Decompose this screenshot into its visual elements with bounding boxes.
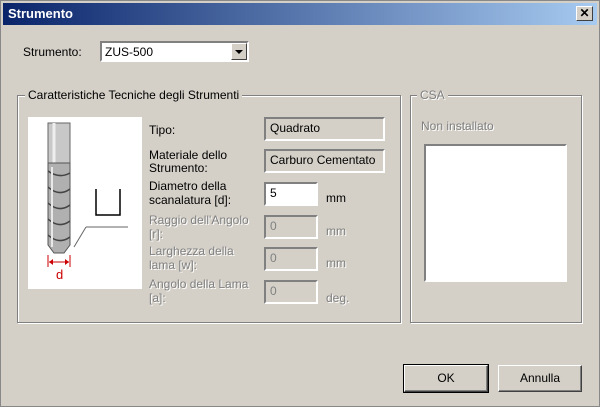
close-button[interactable]: ✕ (576, 6, 593, 21)
larghezza-input: 0 (264, 247, 318, 271)
diametro-label-line2: scanalatura [d]: (149, 193, 232, 207)
tool-diagram: d (28, 117, 142, 289)
angolo-label-line2: [a]: (149, 291, 166, 305)
cancel-button[interactable]: Annulla (498, 365, 582, 392)
larghezza-label-line2: lama [w]: (149, 258, 198, 272)
materiale-field: Carburo Cementato (264, 149, 385, 173)
diametro-label-line1: Diametro della (149, 179, 227, 193)
ok-button[interactable]: OK (403, 364, 489, 393)
raggio-input: 0 (264, 215, 318, 239)
tipo-label: Tipo: (149, 123, 176, 137)
angolo-unit: deg. (326, 291, 350, 305)
end-mill-icon: d (47, 122, 128, 282)
angolo-label-line1: Angolo della Lama (149, 277, 249, 291)
larghezza-label-line1: Larghezza della (149, 244, 234, 258)
raggio-label-line2: [r]: (149, 227, 163, 241)
specs-group-title: Caratteristiche Tecniche degli Strumenti (25, 88, 243, 102)
csa-group-title: CSA (417, 88, 448, 102)
window-title: Strumento (8, 6, 73, 21)
chevron-down-icon[interactable] (231, 43, 247, 60)
close-icon: ✕ (579, 6, 590, 20)
raggio-label-line1: Raggio dell'Angolo (149, 213, 249, 227)
tool-select-value: ZUS-500 (105, 45, 154, 59)
diametro-unit: mm (326, 191, 346, 205)
materiale-label-line2: Strumento: (149, 161, 208, 175)
raggio-unit: mm (326, 224, 346, 238)
csa-panel (424, 144, 567, 282)
larghezza-unit: mm (326, 256, 346, 270)
tool-select[interactable]: ZUS-500 (100, 41, 249, 62)
title-bar[interactable]: Strumento ✕ (3, 3, 597, 25)
dialog-window: Strumento ✕ Strumento: ZUS-500 Caratteri… (0, 0, 600, 407)
csa-status: Non installato (421, 119, 494, 133)
tipo-field: Quadrato (264, 117, 385, 141)
diametro-input[interactable]: 5 (264, 182, 318, 206)
diameter-label: d (56, 267, 63, 282)
angolo-input: 0 (264, 280, 318, 304)
tool-label: Strumento: (23, 45, 82, 59)
materiale-label-line1: Materiale dello (149, 148, 228, 162)
